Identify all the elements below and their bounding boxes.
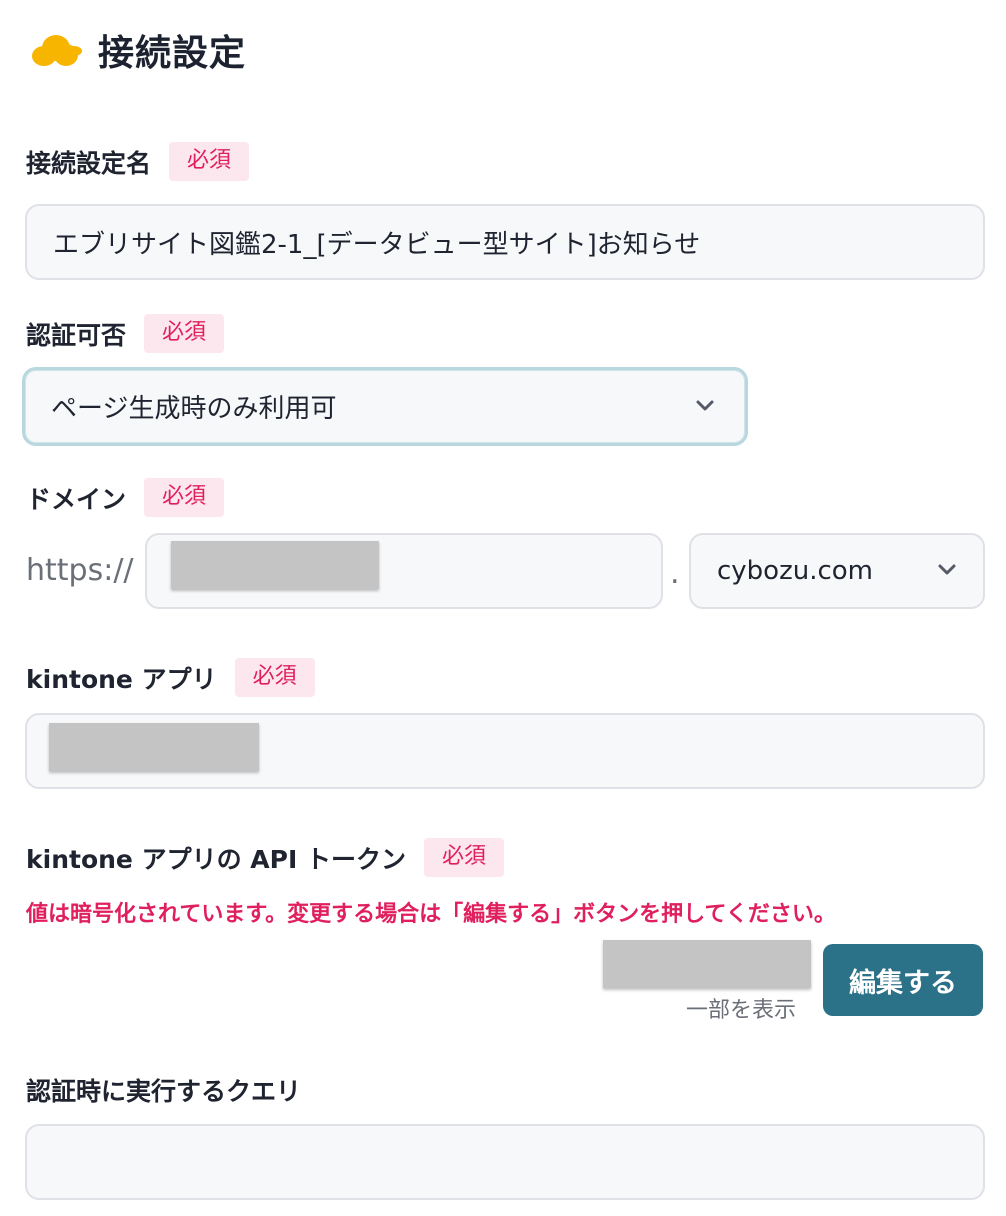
chevron-down-icon bbox=[937, 563, 957, 577]
domain-suffix-value: cybozu.com bbox=[717, 556, 874, 586]
redacted-token-preview bbox=[603, 940, 811, 988]
kintone-app-label-row: kintone アプリ 必須 bbox=[26, 658, 315, 697]
domain-prefix: https:// bbox=[26, 553, 134, 588]
kintone-app-label: kintone アプリ bbox=[26, 664, 217, 694]
auth-label: 認証可否 bbox=[26, 320, 127, 350]
required-badge: 必須 bbox=[144, 478, 225, 517]
page-title: 接続設定 bbox=[98, 33, 247, 74]
required-badge: 必須 bbox=[234, 658, 315, 697]
redacted-subdomain bbox=[171, 541, 379, 589]
connection-name-input[interactable]: エブリサイト図鑑2-1_[データビュー型サイト]お知らせ bbox=[25, 204, 985, 280]
connection-name-label: 接続設定名 bbox=[26, 148, 152, 178]
auth-label-row: 認証可否 必須 bbox=[26, 314, 225, 353]
query-label-row: 認証時に実行するクエリ bbox=[26, 1072, 301, 1108]
api-token-label: kintone アプリの API トークン bbox=[26, 844, 406, 874]
required-badge: 必須 bbox=[144, 314, 225, 353]
domain-suffix-select[interactable]: cybozu.com bbox=[689, 533, 985, 609]
redacted-app-id bbox=[49, 723, 259, 771]
connection-name-value: エブリサイト図鑑2-1_[データビュー型サイト]お知らせ bbox=[53, 229, 701, 260]
domain-label-row: ドメイン 必須 bbox=[26, 478, 225, 517]
query-input[interactable] bbox=[25, 1124, 985, 1200]
domain-separator: . bbox=[670, 556, 680, 591]
kintone-app-input[interactable] bbox=[25, 713, 985, 789]
cloud-icon bbox=[28, 28, 84, 72]
chevron-down-icon bbox=[695, 399, 715, 413]
api-token-notice: 値は暗号化されています。変更する場合は「編集する」ボタンを押してください。 bbox=[26, 902, 836, 927]
auth-select-value: ページ生成時のみ利用可 bbox=[51, 394, 337, 424]
partial-display-hint: 一部を表示 bbox=[686, 998, 797, 1023]
auth-select[interactable]: ページ生成時のみ利用可 bbox=[22, 367, 748, 446]
edit-token-button[interactable]: 編集する bbox=[823, 944, 983, 1016]
subdomain-input[interactable] bbox=[145, 533, 663, 609]
connection-name-label-row: 接続設定名 必須 bbox=[26, 142, 250, 181]
required-badge: 必須 bbox=[423, 838, 504, 877]
page-header: 接続設定 bbox=[28, 22, 246, 78]
query-label: 認証時に実行するクエリ bbox=[26, 1077, 302, 1106]
api-token-label-row: kintone アプリの API トークン 必須 bbox=[26, 838, 504, 877]
domain-label: ドメイン bbox=[26, 484, 127, 514]
required-badge: 必須 bbox=[169, 142, 250, 181]
